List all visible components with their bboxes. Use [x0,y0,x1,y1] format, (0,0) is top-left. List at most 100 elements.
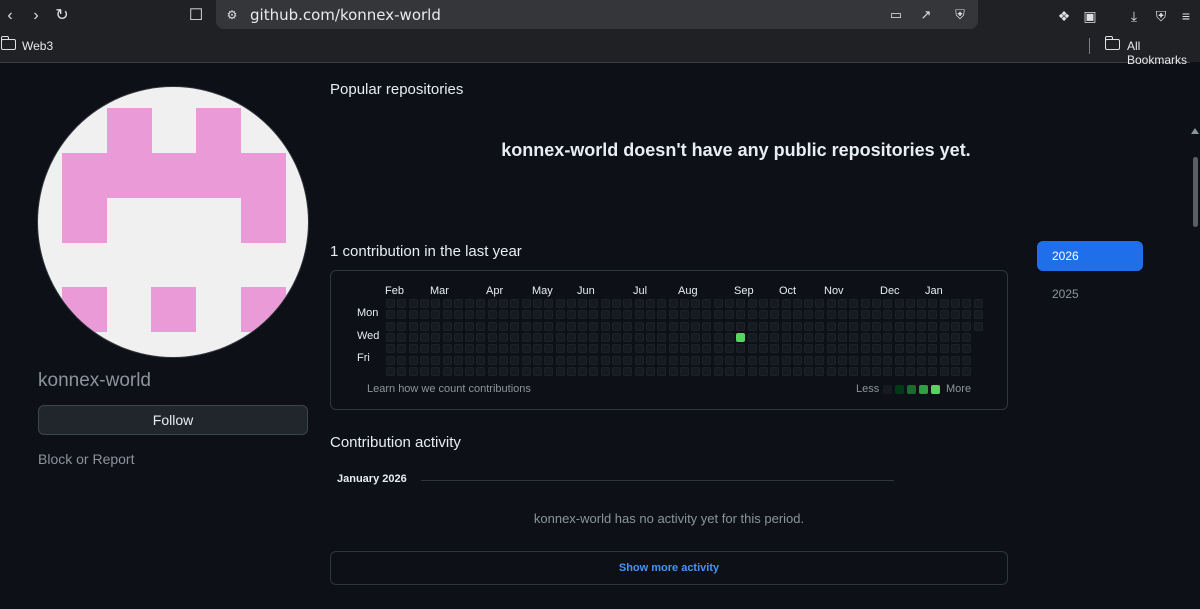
contribution-cell[interactable] [826,355,836,365]
contribution-cell[interactable] [419,366,429,376]
contribution-cell[interactable] [419,355,429,365]
contribution-cell[interactable] [600,332,610,342]
contribution-cell[interactable] [928,299,938,308]
contribution-cell[interactable] [792,310,802,320]
contribution-cell[interactable] [386,355,395,365]
contribution-cell[interactable] [781,299,791,308]
contribution-cell[interactable] [532,366,542,376]
contribution-cell[interactable] [600,355,610,365]
contribution-cell[interactable] [555,321,565,331]
contribution-cell[interactable] [725,355,734,365]
contribution-cell[interactable] [431,299,441,308]
contribution-cell[interactable] [668,332,678,342]
contribution-cell[interactable] [499,310,508,320]
contribution-cell[interactable] [431,355,441,365]
contribution-cell[interactable] [397,344,407,354]
contribution-cell[interactable] [465,321,475,331]
contribution-cell[interactable] [951,344,960,354]
contribution-cell[interactable] [499,355,508,365]
contribution-cell[interactable] [917,332,927,342]
contribution-cell[interactable] [894,366,904,376]
contribution-cell[interactable] [600,366,610,376]
contribution-cell[interactable] [408,344,418,354]
contribution-cell[interactable] [419,299,429,308]
contribution-cell[interactable] [962,310,972,320]
contribution-cell[interactable] [668,310,678,320]
contribution-cell[interactable] [781,321,791,331]
contribution-cell[interactable] [713,366,723,376]
contribution-cell[interactable] [566,299,576,308]
contribution-cell[interactable] [792,321,802,331]
contribution-cell[interactable] [905,355,915,365]
contribution-cell[interactable] [499,344,508,354]
contribution-cell[interactable] [962,321,972,331]
contribution-cell[interactable] [939,366,949,376]
contribution-cell[interactable] [894,332,904,342]
contribution-cell[interactable] [894,299,904,308]
contribution-cell[interactable] [804,299,814,308]
contribution-cell[interactable] [691,344,701,354]
extensions-icon[interactable]: ❖ [1054,6,1074,26]
contribution-cell[interactable] [747,332,757,342]
contribution-cell[interactable] [612,321,621,331]
contribution-cell[interactable] [487,299,497,308]
contribution-cell[interactable] [860,366,870,376]
reader-icon[interactable]: ▣ [1080,6,1100,26]
contribution-cell[interactable] [453,321,463,331]
contribution-cell[interactable] [634,355,644,365]
contribution-cell[interactable] [871,355,881,365]
contribution-cell[interactable] [487,355,497,365]
contribution-cell[interactable] [928,321,938,331]
contribution-cell[interactable] [860,321,870,331]
contribution-cell[interactable] [758,299,768,308]
contribution-cell[interactable] [645,332,655,342]
contribution-cell[interactable] [792,344,802,354]
contribution-cell[interactable] [657,355,667,365]
contribution-cell[interactable] [736,355,746,365]
contribution-cell[interactable] [487,366,497,376]
contribution-cell[interactable] [849,355,859,365]
brave-shield-icon[interactable]: ⛨ [950,5,970,25]
contribution-cell[interactable] [792,366,802,376]
contribution-cell[interactable] [702,299,712,308]
forward-icon[interactable]: › [26,6,46,26]
download-icon[interactable]: ⤓ [1124,6,1144,26]
contribution-cell[interactable] [465,344,475,354]
show-more-activity-button[interactable]: Show more activity [330,551,1008,585]
contribution-cell[interactable] [578,310,588,320]
contribution-cell[interactable] [781,355,791,365]
contribution-cell[interactable] [657,321,667,331]
contribution-cell[interactable] [747,321,757,331]
contribution-cell[interactable] [612,332,621,342]
contribution-cell[interactable] [679,310,689,320]
contribution-cell[interactable] [419,310,429,320]
contribution-cell[interactable] [657,332,667,342]
contribution-cell[interactable] [442,310,452,320]
contribution-cell[interactable] [612,355,621,365]
contribution-cell[interactable] [634,310,644,320]
contribution-cell[interactable] [826,299,836,308]
contribution-cell[interactable] [894,344,904,354]
contribution-cell[interactable] [747,366,757,376]
menu-icon[interactable]: ≡ [1176,6,1196,26]
contribution-cell[interactable] [657,299,667,308]
contribution-cell[interactable] [589,332,599,342]
contribution-cell[interactable] [544,310,554,320]
contribution-cell[interactable] [668,299,678,308]
contribution-cell[interactable] [928,310,938,320]
contribution-cell[interactable] [465,310,475,320]
contribution-cell[interactable] [442,332,452,342]
contribution-cell[interactable] [510,355,520,365]
contribution-cell[interactable] [397,332,407,342]
contribution-cell[interactable] [668,355,678,365]
contribution-cell[interactable] [634,321,644,331]
contribution-cell[interactable] [408,366,418,376]
contribution-cell[interactable] [532,332,542,342]
contribution-cell[interactable] [736,310,746,320]
contribution-cell[interactable] [544,366,554,376]
contribution-cell[interactable] [555,332,565,342]
contribution-cell[interactable] [917,310,927,320]
contribution-cell[interactable] [476,366,486,376]
contribution-cell[interactable] [544,299,554,308]
contribution-cell[interactable] [691,366,701,376]
